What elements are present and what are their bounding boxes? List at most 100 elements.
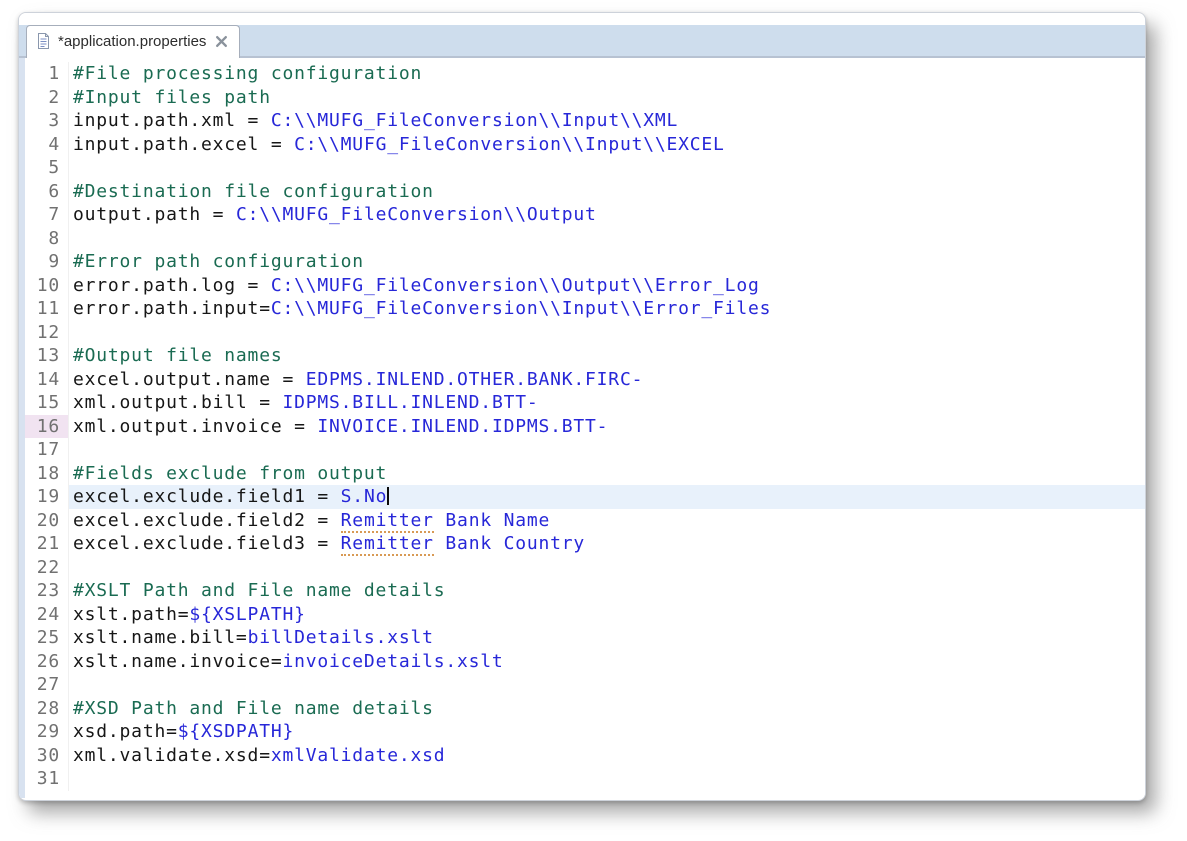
code-line[interactable]: 15xml.output.bill = IDPMS.BILL.INLEND.BT…	[25, 391, 1145, 415]
code-lines[interactable]: 1#File processing configuration2#Input f…	[25, 58, 1145, 798]
code-line[interactable]: 20excel.exclude.field2 = Remitter Bank N…	[25, 509, 1145, 533]
code-line[interactable]: 2#Input files path	[25, 86, 1145, 110]
comment-token: #Output file names	[73, 345, 282, 366]
line-number: 3	[25, 109, 69, 133]
line-number: 2	[25, 86, 69, 110]
value-token: Bank Country	[434, 533, 585, 554]
code-text: xsd.path=${XSDPATH}	[69, 720, 1145, 744]
key-token: =	[259, 298, 271, 319]
line-number: 18	[25, 462, 69, 486]
line-number: 14	[25, 368, 69, 392]
code-line[interactable]: 29xsd.path=${XSDPATH}	[25, 720, 1145, 744]
line-number: 26	[25, 650, 69, 674]
code-line[interactable]: 31	[25, 767, 1145, 791]
code-line[interactable]: 24xslt.path=${XSLPATH}	[25, 603, 1145, 627]
code-line[interactable]: 18#Fields exclude from output	[25, 462, 1145, 486]
code-line[interactable]: 4input.path.excel = C:\\MUFG_FileConvers…	[25, 133, 1145, 157]
code-text: #XSLT Path and File name details	[69, 579, 1145, 603]
code-line[interactable]: 12	[25, 321, 1145, 345]
line-number: 20	[25, 509, 69, 533]
key-token: =	[201, 204, 236, 225]
line-number: 16	[25, 415, 69, 439]
code-line[interactable]: 21excel.exclude.field3 = Remitter Bank C…	[25, 532, 1145, 556]
code-text	[69, 767, 1145, 791]
code-line[interactable]: 9#Error path configuration	[25, 250, 1145, 274]
code-text: output.path = C:\\MUFG_FileConversion\\O…	[69, 203, 1145, 227]
code-text: #Destination file configuration	[69, 180, 1145, 204]
window-top-strip	[19, 13, 1145, 25]
line-number: 31	[25, 767, 69, 791]
line-number: 28	[25, 697, 69, 721]
code-line[interactable]: 1#File processing configuration	[25, 62, 1145, 86]
code-line[interactable]: 22	[25, 556, 1145, 580]
code-line[interactable]: 14excel.output.name = EDPMS.INLEND.OTHER…	[25, 368, 1145, 392]
tab-close-icon[interactable]	[213, 33, 229, 49]
code-text: #File processing configuration	[69, 62, 1145, 86]
key-token: xslt.name.invoice	[73, 651, 271, 672]
code-text: #Error path configuration	[69, 250, 1145, 274]
code-line[interactable]: 11error.path.input=C:\\MUFG_FileConversi…	[25, 297, 1145, 321]
key-token: error.path.log	[73, 275, 236, 296]
value-token: S.No	[341, 486, 388, 507]
comment-token: #Error path configuration	[73, 251, 364, 272]
key-token: =	[178, 604, 190, 625]
key-token: =	[236, 275, 271, 296]
key-token: excel.exclude.field2	[73, 510, 306, 531]
key-token: =	[236, 110, 271, 131]
text-cursor	[387, 487, 389, 505]
code-line[interactable]: 13#Output file names	[25, 344, 1145, 368]
line-number: 10	[25, 274, 69, 298]
tab-title: *application.properties	[58, 33, 206, 50]
key-token: =	[259, 134, 294, 155]
key-token: =	[236, 627, 248, 648]
code-line[interactable]: 27	[25, 673, 1145, 697]
code-text: excel.exclude.field3 = Remitter Bank Cou…	[69, 532, 1145, 556]
key-token: output.path	[73, 204, 201, 225]
code-line[interactable]: 26xslt.name.invoice=invoiceDetails.xslt	[25, 650, 1145, 674]
line-number: 22	[25, 556, 69, 580]
code-line[interactable]: 8	[25, 227, 1145, 251]
code-text: #Output file names	[69, 344, 1145, 368]
key-token: xslt.path	[73, 604, 178, 625]
code-line[interactable]: 7output.path = C:\\MUFG_FileConversion\\…	[25, 203, 1145, 227]
key-token: xml.validate.xsd	[73, 745, 259, 766]
code-text: xslt.path=${XSLPATH}	[69, 603, 1145, 627]
line-number: 8	[25, 227, 69, 251]
key-token: =	[166, 721, 178, 742]
code-line[interactable]: 10error.path.log = C:\\MUFG_FileConversi…	[25, 274, 1145, 298]
key-token: =	[306, 533, 341, 554]
key-token: excel.exclude.field1	[73, 486, 306, 507]
key-token: =	[282, 416, 317, 437]
value-token: C:\\MUFG_FileConversion\\Output\\Error_L…	[271, 275, 760, 296]
code-text: input.path.xml = C:\\MUFG_FileConversion…	[69, 109, 1145, 133]
value-token: invoiceDetails.xslt	[282, 651, 503, 672]
code-line[interactable]: 30xml.validate.xsd=xmlValidate.xsd	[25, 744, 1145, 768]
line-number: 23	[25, 579, 69, 603]
code-line[interactable]: 19excel.exclude.field1 = S.No	[25, 485, 1145, 509]
code-line[interactable]: 6#Destination file configuration	[25, 180, 1145, 204]
code-line[interactable]: 16xml.output.invoice = INVOICE.INLEND.ID…	[25, 415, 1145, 439]
key-token: error.path.input	[73, 298, 259, 319]
line-number: 6	[25, 180, 69, 204]
code-line[interactable]: 28#XSD Path and File name details	[25, 697, 1145, 721]
value-token: ${XSDPATH}	[178, 721, 294, 742]
key-token: input.path.xml	[73, 110, 236, 131]
code-line[interactable]: 25xslt.name.bill=billDetails.xslt	[25, 626, 1145, 650]
code-line[interactable]: 3input.path.xml = C:\\MUFG_FileConversio…	[25, 109, 1145, 133]
value-token: C:\\MUFG_FileConversion\\Input\\Error_Fi…	[271, 298, 771, 319]
code-text: excel.exclude.field1 = S.No	[69, 485, 1145, 509]
key-token: =	[306, 486, 341, 507]
line-number: 15	[25, 391, 69, 415]
key-token: excel.output.name	[73, 369, 271, 390]
code-line[interactable]: 5	[25, 156, 1145, 180]
line-number: 29	[25, 720, 69, 744]
code-line[interactable]: 23#XSLT Path and File name details	[25, 579, 1145, 603]
value-token: C:\\MUFG_FileConversion\\Input\\EXCEL	[294, 134, 725, 155]
comment-token: #XSD Path and File name details	[73, 698, 434, 719]
key-token: xslt.name.bill	[73, 627, 236, 648]
code-text	[69, 156, 1145, 180]
editor-tab-application-properties[interactable]: *application.properties	[26, 25, 240, 58]
properties-editor[interactable]: 1#File processing configuration2#Input f…	[19, 58, 1145, 798]
comment-token: #Fields exclude from output	[73, 463, 387, 484]
code-line[interactable]: 17	[25, 438, 1145, 462]
